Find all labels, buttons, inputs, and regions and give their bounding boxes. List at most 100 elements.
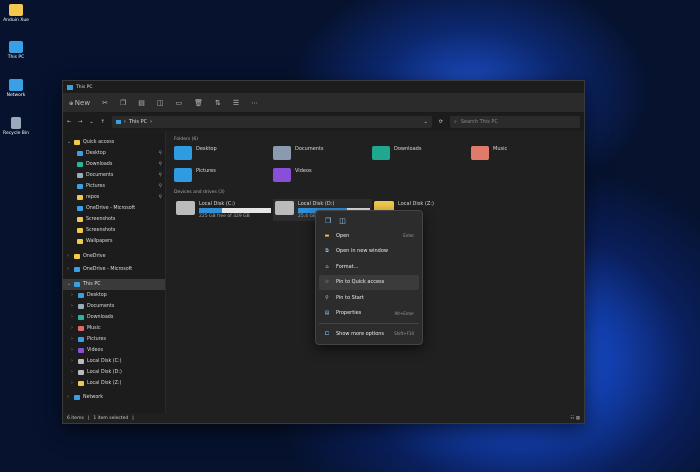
sidebar-item[interactable]: ⌄ Quick access	[63, 137, 165, 148]
sidebar-item[interactable]: Pictures ⚲	[63, 181, 165, 192]
folder-icon	[273, 168, 291, 182]
sidebar-item[interactable]: ⌄ This PC	[63, 279, 165, 290]
sidebar-item[interactable]: › Music	[63, 323, 165, 334]
forward-icon[interactable]: →	[78, 119, 82, 125]
chevron-icon[interactable]: ⌄	[67, 282, 71, 287]
sidebar-item[interactable]: Documents ⚲	[63, 170, 165, 181]
cut-icon[interactable]: ✂	[102, 99, 108, 107]
sidebar-item[interactable]: Downloads ⚲	[63, 159, 165, 170]
chevron-icon[interactable]: ›	[67, 395, 71, 400]
drive-icon	[275, 201, 294, 215]
sidebar-item[interactable]: Wallpapers	[63, 236, 165, 247]
search-input[interactable]: ⌕ Search This PC	[450, 116, 580, 128]
sidebar-item[interactable]: › OneDrive - Microsoft	[63, 264, 165, 275]
menu-item[interactable]: ▤ Properties Alt+Enter	[319, 306, 419, 322]
drives-header[interactable]: Devices and drives (3)	[174, 190, 576, 195]
menu-item[interactable]: ⧉ Open in new window	[319, 244, 419, 260]
title-bar[interactable]: This PC	[63, 81, 584, 93]
sidebar-item-label: Network	[83, 395, 104, 400]
folder-item[interactable]: Music	[471, 146, 570, 162]
chevron-icon[interactable]: ⌄	[67, 140, 71, 145]
sidebar-item[interactable]: OneDrive - Microsoft	[63, 203, 165, 214]
sidebar-item[interactable]: › Videos	[63, 345, 165, 356]
pin-icon[interactable]: ⚲	[158, 162, 162, 167]
up-icon[interactable]: ↑	[101, 119, 105, 125]
sidebar-item[interactable]: Desktop ⚲	[63, 148, 165, 159]
new-label: New	[74, 98, 91, 107]
chevron-icon[interactable]: ›	[71, 293, 75, 298]
menu-item[interactable]: ☆ Pin to Quick access	[319, 274, 419, 290]
chevron-icon[interactable]: ›	[71, 315, 75, 320]
folder-item[interactable]: Pictures	[174, 168, 273, 184]
desktop-icon-network[interactable]: Network	[2, 79, 30, 98]
sort-icon[interactable]: ⇅	[215, 99, 221, 107]
sidebar-item[interactable]: Screenshots	[63, 225, 165, 236]
desktop-icon-user[interactable]: Anduin Xue	[2, 4, 30, 23]
delete-icon[interactable]: 🗑	[194, 99, 203, 107]
new-button[interactable]: ⊕ New	[69, 99, 90, 107]
sidebar-item[interactable]: › Documents	[63, 301, 165, 312]
sidebar-item[interactable]: › OneDrive	[63, 251, 165, 262]
label: This PC	[7, 55, 25, 60]
sidebar-item[interactable]: › Local Disk (Z:)	[63, 378, 165, 389]
chevron-icon[interactable]: ›	[71, 304, 75, 309]
view-icon[interactable]: ☰	[233, 99, 239, 107]
folder-item[interactable]: Documents	[273, 146, 372, 162]
address-input[interactable]: › This PC › ⌄	[111, 116, 432, 128]
chevron-down-icon[interactable]: ⌄	[424, 119, 428, 125]
back-icon[interactable]: ←	[67, 119, 71, 125]
item-count: 6 items	[67, 415, 84, 421]
folder-icon	[471, 146, 489, 160]
sidebar-item[interactable]: › Downloads	[63, 312, 165, 323]
menu-item[interactable]: ⌂ Format...	[319, 259, 419, 275]
sidebar-item[interactable]: repos ⚲	[63, 192, 165, 203]
sidebar-item[interactable]: › Local Disk (D:)	[63, 367, 165, 378]
desktop-icon-recycle-bin[interactable]: Recycle Bin	[2, 117, 30, 136]
chevron-icon[interactable]: ›	[71, 359, 75, 364]
label: Network	[6, 93, 26, 98]
breadcrumb[interactable]: This PC	[129, 119, 147, 125]
desktop-icon-this-pc[interactable]: This PC	[2, 41, 30, 60]
folder-item[interactable]: Videos	[273, 168, 372, 184]
folders-header[interactable]: Folders (6)	[174, 137, 576, 142]
folder-icon	[78, 326, 84, 331]
sidebar-item[interactable]: › Desktop	[63, 290, 165, 301]
chevron-icon[interactable]: ›	[71, 370, 75, 375]
chevron-icon[interactable]: ›	[67, 267, 71, 272]
sidebar-item[interactable]: › Local Disk (C:)	[63, 356, 165, 367]
drive-item[interactable]: Local Disk (C:) 225 GB free of 329 GB	[174, 199, 273, 221]
sidebar-item-label: repos	[86, 195, 100, 200]
chevron-icon[interactable]: ›	[71, 337, 75, 342]
share-icon[interactable]: ▭	[175, 99, 182, 107]
menu-item[interactable]: ⚲ Pin to Start	[319, 290, 419, 306]
pin-icon[interactable]: ⚲	[158, 151, 162, 156]
menu-item-label: Properties	[336, 310, 362, 317]
copy-icon[interactable]: ❐	[325, 217, 331, 225]
sidebar-item[interactable]: › Pictures	[63, 334, 165, 345]
pin-icon[interactable]: ⚲	[158, 173, 162, 178]
chevron-icon[interactable]: ›	[71, 326, 75, 331]
drive-label: Local Disk (D:)	[298, 201, 335, 207]
view-toggle-icons[interactable]: ☷ ▦	[570, 416, 580, 421]
folder-item[interactable]: Downloads	[372, 146, 471, 162]
menu-item[interactable]: ⧠ Show more options Shift+F10	[319, 326, 419, 342]
sidebar-item[interactable]: › Network	[63, 392, 165, 403]
chevron-icon[interactable]: ›	[71, 348, 75, 353]
paste-icon[interactable]: ▤	[138, 99, 145, 107]
folder-icon	[78, 315, 84, 320]
chevron-icon[interactable]: ›	[71, 381, 75, 386]
rename-icon[interactable]: ◫	[339, 217, 346, 225]
refresh-icon[interactable]: ⟳	[439, 119, 443, 125]
pin-icon[interactable]: ⚲	[158, 184, 162, 189]
folder-icon	[78, 370, 84, 375]
rename-icon[interactable]: ◫	[157, 99, 164, 107]
menu-item[interactable]: ▬ Open Enter	[319, 228, 419, 244]
pin-icon[interactable]: ⚲	[158, 195, 162, 200]
chevron-down-icon[interactable]: ⌄	[89, 119, 93, 125]
chevron-icon[interactable]: ›	[67, 254, 71, 259]
folder-item[interactable]: Desktop	[174, 146, 273, 162]
more-icon[interactable]: ⋯	[251, 99, 258, 107]
copy-icon[interactable]: ❐	[120, 99, 126, 107]
sidebar-item-label: This PC	[83, 282, 101, 287]
sidebar-item[interactable]: Screenshots	[63, 214, 165, 225]
